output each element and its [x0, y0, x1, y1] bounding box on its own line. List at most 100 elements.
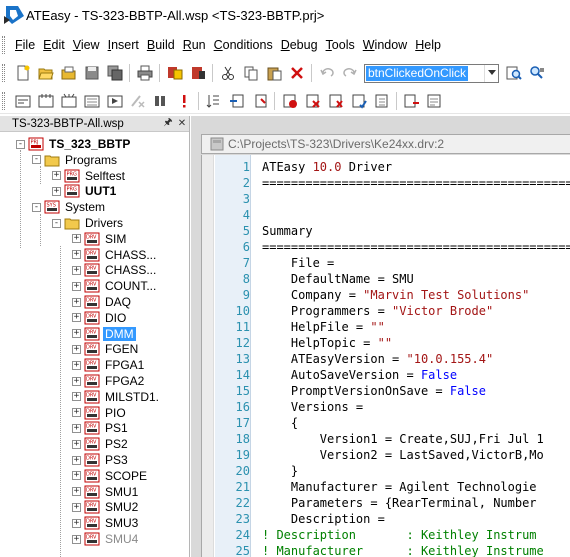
redo-icon[interactable]	[340, 63, 360, 83]
code-line[interactable]: 2 =======================================…	[202, 175, 570, 191]
checkit-icon[interactable]	[82, 91, 102, 111]
undo-icon[interactable]	[317, 63, 337, 83]
collapse-icon[interactable]: -	[32, 155, 41, 165]
tree-driver-item[interactable]: + DRV CHASS...	[72, 262, 158, 278]
expand-icon[interactable]: +	[72, 344, 81, 354]
insert-driver-icon[interactable]	[188, 63, 208, 83]
menu-help[interactable]: Help	[411, 35, 445, 55]
code-line[interactable]: 20 }	[202, 463, 570, 479]
code-line[interactable]: 3	[202, 191, 570, 207]
expand-icon[interactable]: +	[72, 234, 81, 244]
code-line[interactable]: 16 Versions =	[202, 399, 570, 415]
tree-driver-item[interactable]: + DRV SMU1	[72, 484, 140, 500]
collapse-icon[interactable]: -	[52, 218, 61, 228]
tree-driver-item[interactable]: + DRV DAQ	[72, 294, 133, 310]
open-folder-icon[interactable]	[36, 63, 56, 83]
code-line[interactable]: 19 Version2 = LastSaved,VictorB,Mo	[202, 447, 570, 463]
tree-driver-item[interactable]: + DRV PS1	[72, 420, 130, 436]
print-icon[interactable]	[135, 63, 155, 83]
tree-driver-item[interactable]: + DRV FPGA2	[72, 373, 146, 389]
expand-icon[interactable]: +	[72, 455, 81, 465]
save-all-icon[interactable]	[105, 63, 125, 83]
tree-program-item[interactable]: + PRG UUT1	[52, 183, 118, 199]
tree-driver-item[interactable]: + DRV DIO	[72, 310, 128, 326]
paste-icon[interactable]	[264, 63, 284, 83]
tree-program-item[interactable]: + PRG Selftest	[52, 168, 127, 184]
pause-icon[interactable]	[151, 91, 171, 111]
tree-driver-item[interactable]: + DRV PIO	[72, 405, 128, 421]
code-line[interactable]: 7 File =	[202, 255, 570, 271]
expand-icon[interactable]: +	[72, 423, 81, 433]
code-line[interactable]: 4	[202, 207, 570, 223]
code-line[interactable]: 9 Company = "Marvin Test Solutions"	[202, 287, 570, 303]
stop-icon[interactable]	[174, 91, 194, 111]
tree-driver-item[interactable]: + DRV SMU3	[72, 515, 140, 531]
tree-driver-item[interactable]: + DRV FPGA1	[72, 357, 146, 373]
menu-conditions[interactable]: Conditions	[210, 35, 277, 55]
menu-build[interactable]: Build	[143, 35, 179, 55]
watch-icon[interactable]	[349, 91, 369, 111]
breakpoints-list-icon[interactable]	[372, 91, 392, 111]
code-line[interactable]: 11 HelpFile = ""	[202, 319, 570, 335]
insert-object-icon[interactable]	[165, 63, 185, 83]
code-line[interactable]: 14 AutoSaveVersion = False	[202, 367, 570, 383]
tree-driver-item[interactable]: + DRV FGEN	[72, 341, 140, 357]
find-icon[interactable]	[504, 63, 524, 83]
run-icon[interactable]	[105, 91, 125, 111]
clear-breakpoints-icon[interactable]	[303, 91, 323, 111]
tree-driver-item[interactable]: + DRV DMM	[72, 326, 136, 342]
monitor-icon[interactable]	[402, 91, 422, 111]
cut-icon[interactable]	[218, 63, 238, 83]
code-line[interactable]: 6 =======================================…	[202, 239, 570, 255]
expand-icon[interactable]: +	[72, 281, 81, 291]
menu-file[interactable]: File	[11, 35, 39, 55]
step-over-icon[interactable]	[227, 91, 247, 111]
pin-icon[interactable]: 🖈	[161, 116, 175, 132]
toolbar-grip[interactable]	[2, 64, 5, 82]
expand-icon[interactable]: +	[72, 376, 81, 386]
tree-programs-folder[interactable]: - Programs	[32, 152, 119, 168]
tree-project[interactable]: - PRJ TS_323_BBTP	[16, 136, 132, 152]
expand-icon[interactable]: +	[72, 471, 81, 481]
document-titlebar[interactable]: C:\Projects\TS-323\Drivers\Ke24xx.drv:2	[201, 134, 570, 154]
open-workspace-icon[interactable]	[59, 63, 79, 83]
code-line[interactable]: 21 Manufacturer = Agilent Technologie	[202, 479, 570, 495]
code-line[interactable]: 10 Programmers = "Victor Brode"	[202, 303, 570, 319]
expand-icon[interactable]: +	[72, 439, 81, 449]
tree-driver-item[interactable]: + DRV SIM	[72, 231, 128, 247]
collapse-icon[interactable]: -	[32, 202, 41, 212]
code-line[interactable]: 18 Version1 = Create,SUJ,Fri Jul 1	[202, 431, 570, 447]
new-file-icon[interactable]	[13, 63, 33, 83]
menu-view[interactable]: View	[69, 35, 104, 55]
tree-system[interactable]: - SYS System	[32, 199, 107, 215]
tree-driver-item[interactable]: + DRV SMU4	[72, 531, 140, 547]
toggle-breakpoint-icon[interactable]	[280, 91, 300, 111]
abort-icon[interactable]	[128, 91, 148, 111]
menu-insert[interactable]: Insert	[104, 35, 143, 55]
expand-icon[interactable]: +	[72, 297, 81, 307]
expand-icon[interactable]: +	[72, 534, 81, 544]
expand-icon[interactable]: +	[72, 265, 81, 275]
expand-icon[interactable]: +	[72, 250, 81, 260]
menubar-grip[interactable]	[2, 36, 5, 54]
log-icon[interactable]	[425, 91, 445, 111]
tree-driver-item[interactable]: + DRV CHASS...	[72, 247, 158, 263]
expand-icon[interactable]: +	[72, 360, 81, 370]
save-icon[interactable]	[82, 63, 102, 83]
expand-icon[interactable]: +	[72, 392, 81, 402]
menu-run[interactable]: Run	[179, 35, 210, 55]
find-combo[interactable]: btnClickedOnClick	[364, 63, 499, 83]
find-in-files-icon[interactable]	[527, 63, 547, 83]
menu-debug[interactable]: Debug	[277, 35, 322, 55]
step-out-icon[interactable]	[250, 91, 270, 111]
code-line[interactable]: 13 ATEasyVersion = "10.0.155.4"	[202, 351, 570, 367]
close-icon[interactable]: ✕	[175, 118, 189, 129]
code-line[interactable]: 22 Parameters = {RearTerminal, Number	[202, 495, 570, 511]
expand-icon[interactable]: +	[72, 329, 81, 339]
code-line[interactable]: 25 ! Manufacturer : Keithley Instrume	[202, 543, 570, 557]
code-line[interactable]: 15 PromptVersionOnSave = False	[202, 383, 570, 399]
find-combo-value[interactable]: btnClickedOnClick	[366, 65, 469, 81]
code-line[interactable]: 1 ATEasy 10.0 Driver	[202, 159, 570, 175]
tree-driver-item[interactable]: + DRV PS2	[72, 436, 130, 452]
code-line[interactable]: 5 Summary	[202, 223, 570, 239]
